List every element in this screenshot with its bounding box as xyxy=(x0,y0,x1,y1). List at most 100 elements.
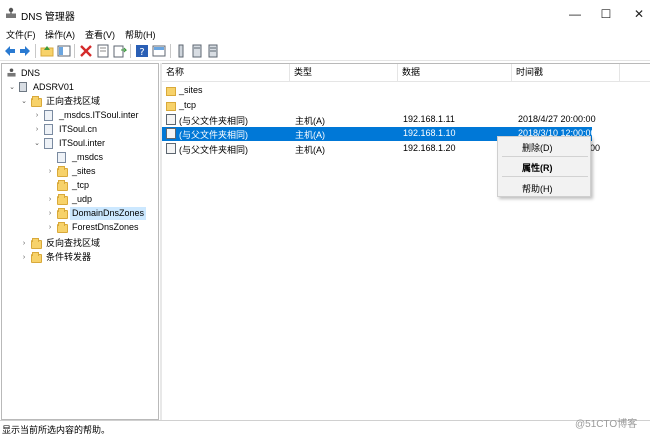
cell-data: 192.168.1.11 xyxy=(403,114,455,124)
folder-icon xyxy=(31,238,42,249)
server-a-icon[interactable] xyxy=(190,44,204,58)
tree-item-udp[interactable]: › _udp xyxy=(2,192,158,206)
expand-toggle-icon[interactable]: › xyxy=(46,195,54,203)
expand-toggle-icon[interactable]: ⌄ xyxy=(33,139,41,147)
menu-action[interactable]: 操作(A) xyxy=(45,28,75,41)
folder-icon xyxy=(166,102,176,111)
tree-item-label: _msdcs.ITSoul.inter xyxy=(59,109,139,120)
tree-item-label: ITSoul.cn xyxy=(59,123,98,134)
menu-file[interactable]: 文件(F) xyxy=(6,28,36,41)
header-divider xyxy=(162,81,650,82)
cell-type: 主机(A) xyxy=(295,116,325,126)
menu-view[interactable]: 查看(V) xyxy=(85,28,115,41)
toolbar-separator xyxy=(74,44,75,58)
tree-item-dns[interactable]: DNS xyxy=(2,66,158,80)
expand-toggle-icon[interactable]: › xyxy=(46,223,54,231)
folder-icon xyxy=(57,166,68,177)
tree-item-label: 反向查找区域 xyxy=(46,237,101,248)
context-menu-help[interactable]: 帮助(H) xyxy=(522,182,553,195)
cell-name: (与父文件夹相同) xyxy=(179,116,248,126)
tree-item-conditional-forwarders[interactable]: › 条件转发器 xyxy=(2,250,158,264)
column-header-data[interactable]: 数据 xyxy=(398,64,512,81)
server-b-icon[interactable] xyxy=(206,44,220,58)
folder-icon xyxy=(57,180,68,191)
dns-icon xyxy=(7,68,16,77)
expand-toggle-icon[interactable]: › xyxy=(46,167,54,175)
zone-icon xyxy=(44,110,53,121)
folder-icon xyxy=(57,208,68,219)
expand-toggle-icon[interactable]: › xyxy=(33,111,41,119)
toolbar-separator xyxy=(130,44,131,58)
tree-item-label: _msdcs xyxy=(72,151,104,162)
cell-name: (与父文件夹相同) xyxy=(179,130,248,140)
tree-item-itsoul-inter[interactable]: ⌄ ITSoul.inter xyxy=(2,136,158,150)
cell-name: _tcp xyxy=(179,100,197,110)
filter-icon[interactable] xyxy=(174,44,188,58)
tree-item-label: 正向查找区域 xyxy=(46,95,101,106)
expand-toggle-icon[interactable]: › xyxy=(46,209,54,217)
expand-toggle-icon[interactable]: › xyxy=(20,239,28,247)
list-row[interactable]: (与父文件夹相同) 主机(A) 192.168.1.11 2018/4/27 2… xyxy=(162,113,650,127)
toolbar-separator xyxy=(35,44,36,58)
help-icon[interactable]: ? xyxy=(135,44,149,58)
back-arrow-icon[interactable] xyxy=(3,44,17,58)
menu-help[interactable]: 帮助(H) xyxy=(125,28,156,41)
tree-item-itsoul-cn[interactable]: › ITSoul.cn xyxy=(2,122,158,136)
host-record-icon xyxy=(166,114,176,125)
zone-icon xyxy=(57,152,66,163)
expand-toggle-icon[interactable]: ⌄ xyxy=(20,97,28,105)
properties-icon[interactable] xyxy=(96,44,110,58)
tree-item-label: _tcp xyxy=(72,179,90,190)
folder-icon xyxy=(166,87,176,96)
toolbar-separator xyxy=(170,44,171,58)
tree-item-domaindnszones[interactable]: › DomainDnsZones xyxy=(2,206,158,220)
tree-item-reverse-lookup-zones[interactable]: › 反向查找区域 xyxy=(2,236,158,250)
list-row[interactable]: _tcp xyxy=(162,99,650,113)
close-button[interactable]: ✕ xyxy=(620,0,650,27)
tree-item-forestdnszones[interactable]: › ForestDnsZones xyxy=(2,220,158,234)
zone-icon xyxy=(44,124,53,135)
tree-item-adsrv01[interactable]: ⌄ ADSRV01 xyxy=(2,80,158,94)
context-menu: 删除(D) 属性(R) 帮助(H) xyxy=(497,136,591,197)
list-row[interactable]: _sites xyxy=(162,84,650,98)
forward-arrow-icon[interactable] xyxy=(18,44,32,58)
tree-item-msdcs[interactable]: _msdcs xyxy=(2,150,158,164)
host-record-icon xyxy=(166,143,176,154)
console-tree-icon[interactable] xyxy=(57,44,71,58)
cell-data: 192.168.1.10 xyxy=(403,128,456,138)
expand-toggle-icon[interactable]: › xyxy=(20,253,28,261)
column-header-name[interactable]: 名称 xyxy=(162,64,290,81)
tree-item-label: DomainDnsZones xyxy=(70,206,147,220)
folder-icon xyxy=(57,222,68,233)
tree-item-sites[interactable]: › _sites xyxy=(2,164,158,178)
tree-item-label: ForestDnsZones xyxy=(72,221,139,232)
tree-item-label: ITSoul.inter xyxy=(59,137,106,148)
status-text: 显示当前所选内容的帮助。 xyxy=(2,425,111,434)
up-folder-icon[interactable] xyxy=(40,44,54,58)
window-title: DNS 管理器 xyxy=(21,12,75,23)
record-list[interactable]: 名称 类型 数据 时间戳 _sites _tcp (与父文件夹相同) 主机(A)… xyxy=(162,63,650,420)
tree-item-forward-lookup-zones[interactable]: ⌄ 正向查找区域 xyxy=(2,94,158,108)
tree-item-tcp[interactable]: _tcp xyxy=(2,178,158,192)
cell-timestamp: 2018/4/27 20:00:00 xyxy=(518,114,596,124)
cell-type: 主机(A) xyxy=(295,145,325,155)
export-list-icon[interactable] xyxy=(113,44,127,58)
expand-toggle-icon[interactable]: › xyxy=(33,125,41,133)
zone-icon xyxy=(44,138,53,149)
context-menu-delete[interactable]: 删除(D) xyxy=(522,141,553,154)
console-tree[interactable]: DNS ⌄ ADSRV01 ⌄ 正向查找区域 › _msdcs.ITSoul.i… xyxy=(1,63,159,420)
column-header-type[interactable]: 类型 xyxy=(290,64,398,81)
host-record-icon xyxy=(166,128,176,139)
expand-toggle-icon[interactable]: ⌄ xyxy=(8,83,16,91)
pane-icon[interactable] xyxy=(152,44,166,58)
folder-icon xyxy=(31,252,42,263)
tree-item-msdcs-zone[interactable]: › _msdcs.ITSoul.inter xyxy=(2,108,158,122)
server-icon xyxy=(19,82,27,92)
dns-app-icon xyxy=(6,7,16,18)
folder-icon xyxy=(31,96,42,107)
context-menu-properties[interactable]: 属性(R) xyxy=(522,161,553,174)
toolbar: ? xyxy=(0,41,650,61)
tree-item-label: ADSRV01 xyxy=(33,81,74,92)
delete-icon[interactable] xyxy=(79,44,93,58)
column-header-timestamp[interactable]: 时间戳 xyxy=(512,64,620,81)
